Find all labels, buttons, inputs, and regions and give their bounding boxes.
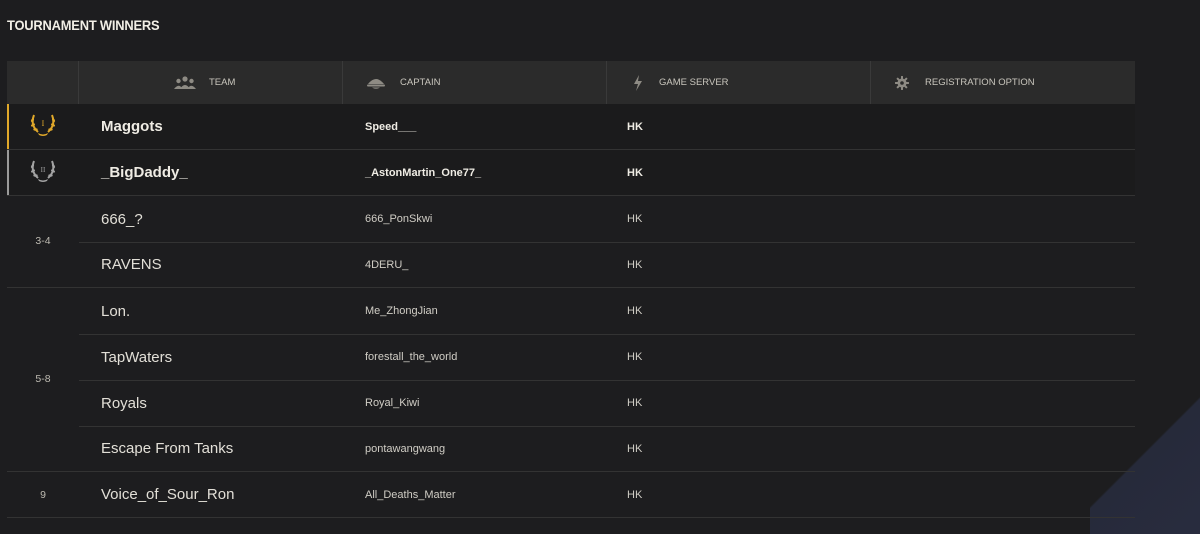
header-captain: CAPTAIN [343,61,607,104]
silver-accent-bar [7,150,9,195]
game-server: HK [627,213,643,225]
captain-name: 666_PonSkwi [365,213,433,225]
team-name: TapWaters [101,348,173,366]
table-row: TapWaters forestall_the_world HK [7,334,1135,381]
place-group-5-8: 5-8 Lon. Me_ZhongJian HK TapWaters fores… [7,288,1135,472]
header-team: TEAM [79,61,343,104]
laurel-gold-icon: I [28,111,58,142]
game-server: HK [627,305,643,317]
captain-name: Royal_Kiwi [365,397,420,409]
team-name: Royals [101,394,147,412]
page-title: TOURNAMENT WINNERS [7,17,160,33]
table-row: RAVENS 4DERU_ HK [7,242,1135,288]
place-cell: I [7,111,79,142]
captain-icon [365,75,387,91]
table-row: Escape From Tanks pontawangwang HK [7,426,1135,472]
table-row-first-place: I Maggots Speed___ HK [7,104,1135,150]
captain-name: Me_ZhongJian [365,305,438,317]
game-server: HK [627,258,643,271]
header-server: GAME SERVER [607,61,871,104]
lightning-icon [627,74,649,91]
game-server: HK [627,120,643,133]
table-row: Royals Royal_Kiwi HK [7,380,1135,427]
place-numeral: I [42,119,45,128]
laurel-silver-icon: II [28,157,58,188]
captain-name: All_Deaths_Matter [365,488,456,501]
game-server: HK [627,442,643,455]
captain-name: 4DERU_ [365,258,409,271]
table-header: TEAM CAPTAIN GAME SERVER REGISTRATION OP… [7,61,1135,104]
header-place [7,61,79,104]
place-label: 9 [40,488,46,501]
captain-name: _AstonMartin_One77_ [365,166,482,179]
gold-accent-bar [7,104,9,149]
header-server-label: GAME SERVER [659,77,729,88]
header-registration: REGISTRATION OPTION [871,61,1135,104]
game-server: HK [627,397,643,409]
team-name: Lon. [101,302,131,320]
team-name: RAVENS [101,256,162,273]
winners-table: TEAM CAPTAIN GAME SERVER REGISTRATION OP… [7,61,1135,518]
place-numeral: II [41,166,46,174]
team-name: Voice_of_Sour_Ron [101,486,235,503]
game-server: HK [627,166,643,179]
captain-name: forestall_the_world [365,351,458,363]
table-body: I Maggots Speed___ HK II _BigDaddy_ _Ast… [7,104,1135,518]
header-team-label: TEAM [209,77,236,88]
place-cell: II [7,157,79,188]
captain-name: Speed___ [365,120,417,133]
team-name: 666_? [101,210,143,228]
team-name: Escape From Tanks [101,440,234,457]
team-icon [174,75,196,91]
game-server: HK [627,488,643,501]
team-name: Maggots [101,118,163,135]
captain-name: pontawangwang [365,442,446,455]
header-captain-label: CAPTAIN [400,77,441,88]
table-row: 9 Voice_of_Sour_Ron All_Deaths_Matter HK [7,472,1135,518]
place-group-3-4: 3-4 666_? 666_PonSkwi HK RAVENS 4DERU_ H… [7,196,1135,288]
table-row: 666_? 666_PonSkwi HK [7,196,1135,243]
gear-icon [891,75,913,91]
header-registration-label: REGISTRATION OPTION [925,77,1035,88]
table-row-second-place: II _BigDaddy_ _AstonMartin_One77_ HK [7,150,1135,196]
table-row: Lon. Me_ZhongJian HK [7,288,1135,335]
team-name: _BigDaddy_ [101,164,188,181]
game-server: HK [627,351,643,363]
place-group-9: 9 Voice_of_Sour_Ron All_Deaths_Matter HK [7,472,1135,518]
